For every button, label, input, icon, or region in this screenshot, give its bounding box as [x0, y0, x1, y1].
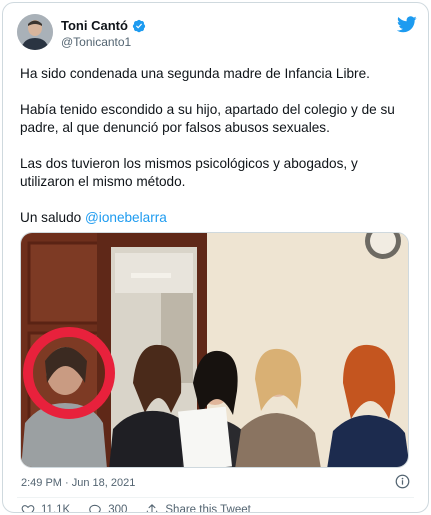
share-icon — [147, 504, 158, 512]
like-count: 11.1K — [41, 504, 71, 513]
tweet-photo[interactable] — [20, 232, 409, 468]
photo-image — [21, 233, 408, 467]
tweet-paragraph: Había tenido escondido a su hijo, aparta… — [20, 102, 395, 135]
mention-link[interactable]: @ionebelarra — [85, 210, 167, 225]
tweet-paragraph: Las dos tuvieron los mismos psicológicos… — [20, 156, 358, 189]
tweet-paragraph: Ha sido condenada una segunda madre de I… — [20, 66, 370, 81]
tweet-closing: Un saludo @ionebelarra — [20, 209, 415, 227]
reply-bubble-icon — [89, 504, 101, 512]
share-label: Share this Tweet — [165, 504, 251, 513]
tweet-actions: 11.1K 300 Share this Tweet — [21, 503, 269, 513]
reply-button[interactable]: 300 — [88, 503, 128, 513]
divider — [17, 497, 414, 498]
reply-count: 300 — [108, 504, 128, 513]
tweet-body: Ha sido condenada una segunda madre de I… — [20, 65, 415, 245]
closing-text: Un saludo — [20, 210, 85, 225]
twitter-bird-icon[interactable] — [397, 16, 417, 33]
display-name[interactable]: Toni Cantó — [61, 18, 128, 33]
author-handle[interactable]: @Tonicanto1 — [61, 35, 131, 49]
tweet-timestamp[interactable]: 2:49 PM · Jun 18, 2021 — [21, 477, 135, 489]
verified-badge-icon — [132, 19, 146, 32]
avatar[interactable] — [17, 14, 53, 50]
share-button[interactable]: Share this Tweet — [145, 503, 251, 513]
tweet-card[interactable]: Toni Cantó @Tonicanto1 Ha sido condenada… — [2, 2, 429, 513]
tweet-header: Toni Cantó @Tonicanto1 — [17, 14, 417, 56]
heart-icon — [21, 505, 35, 512]
info-icon[interactable] — [395, 474, 410, 489]
like-button[interactable]: 11.1K — [21, 503, 71, 513]
